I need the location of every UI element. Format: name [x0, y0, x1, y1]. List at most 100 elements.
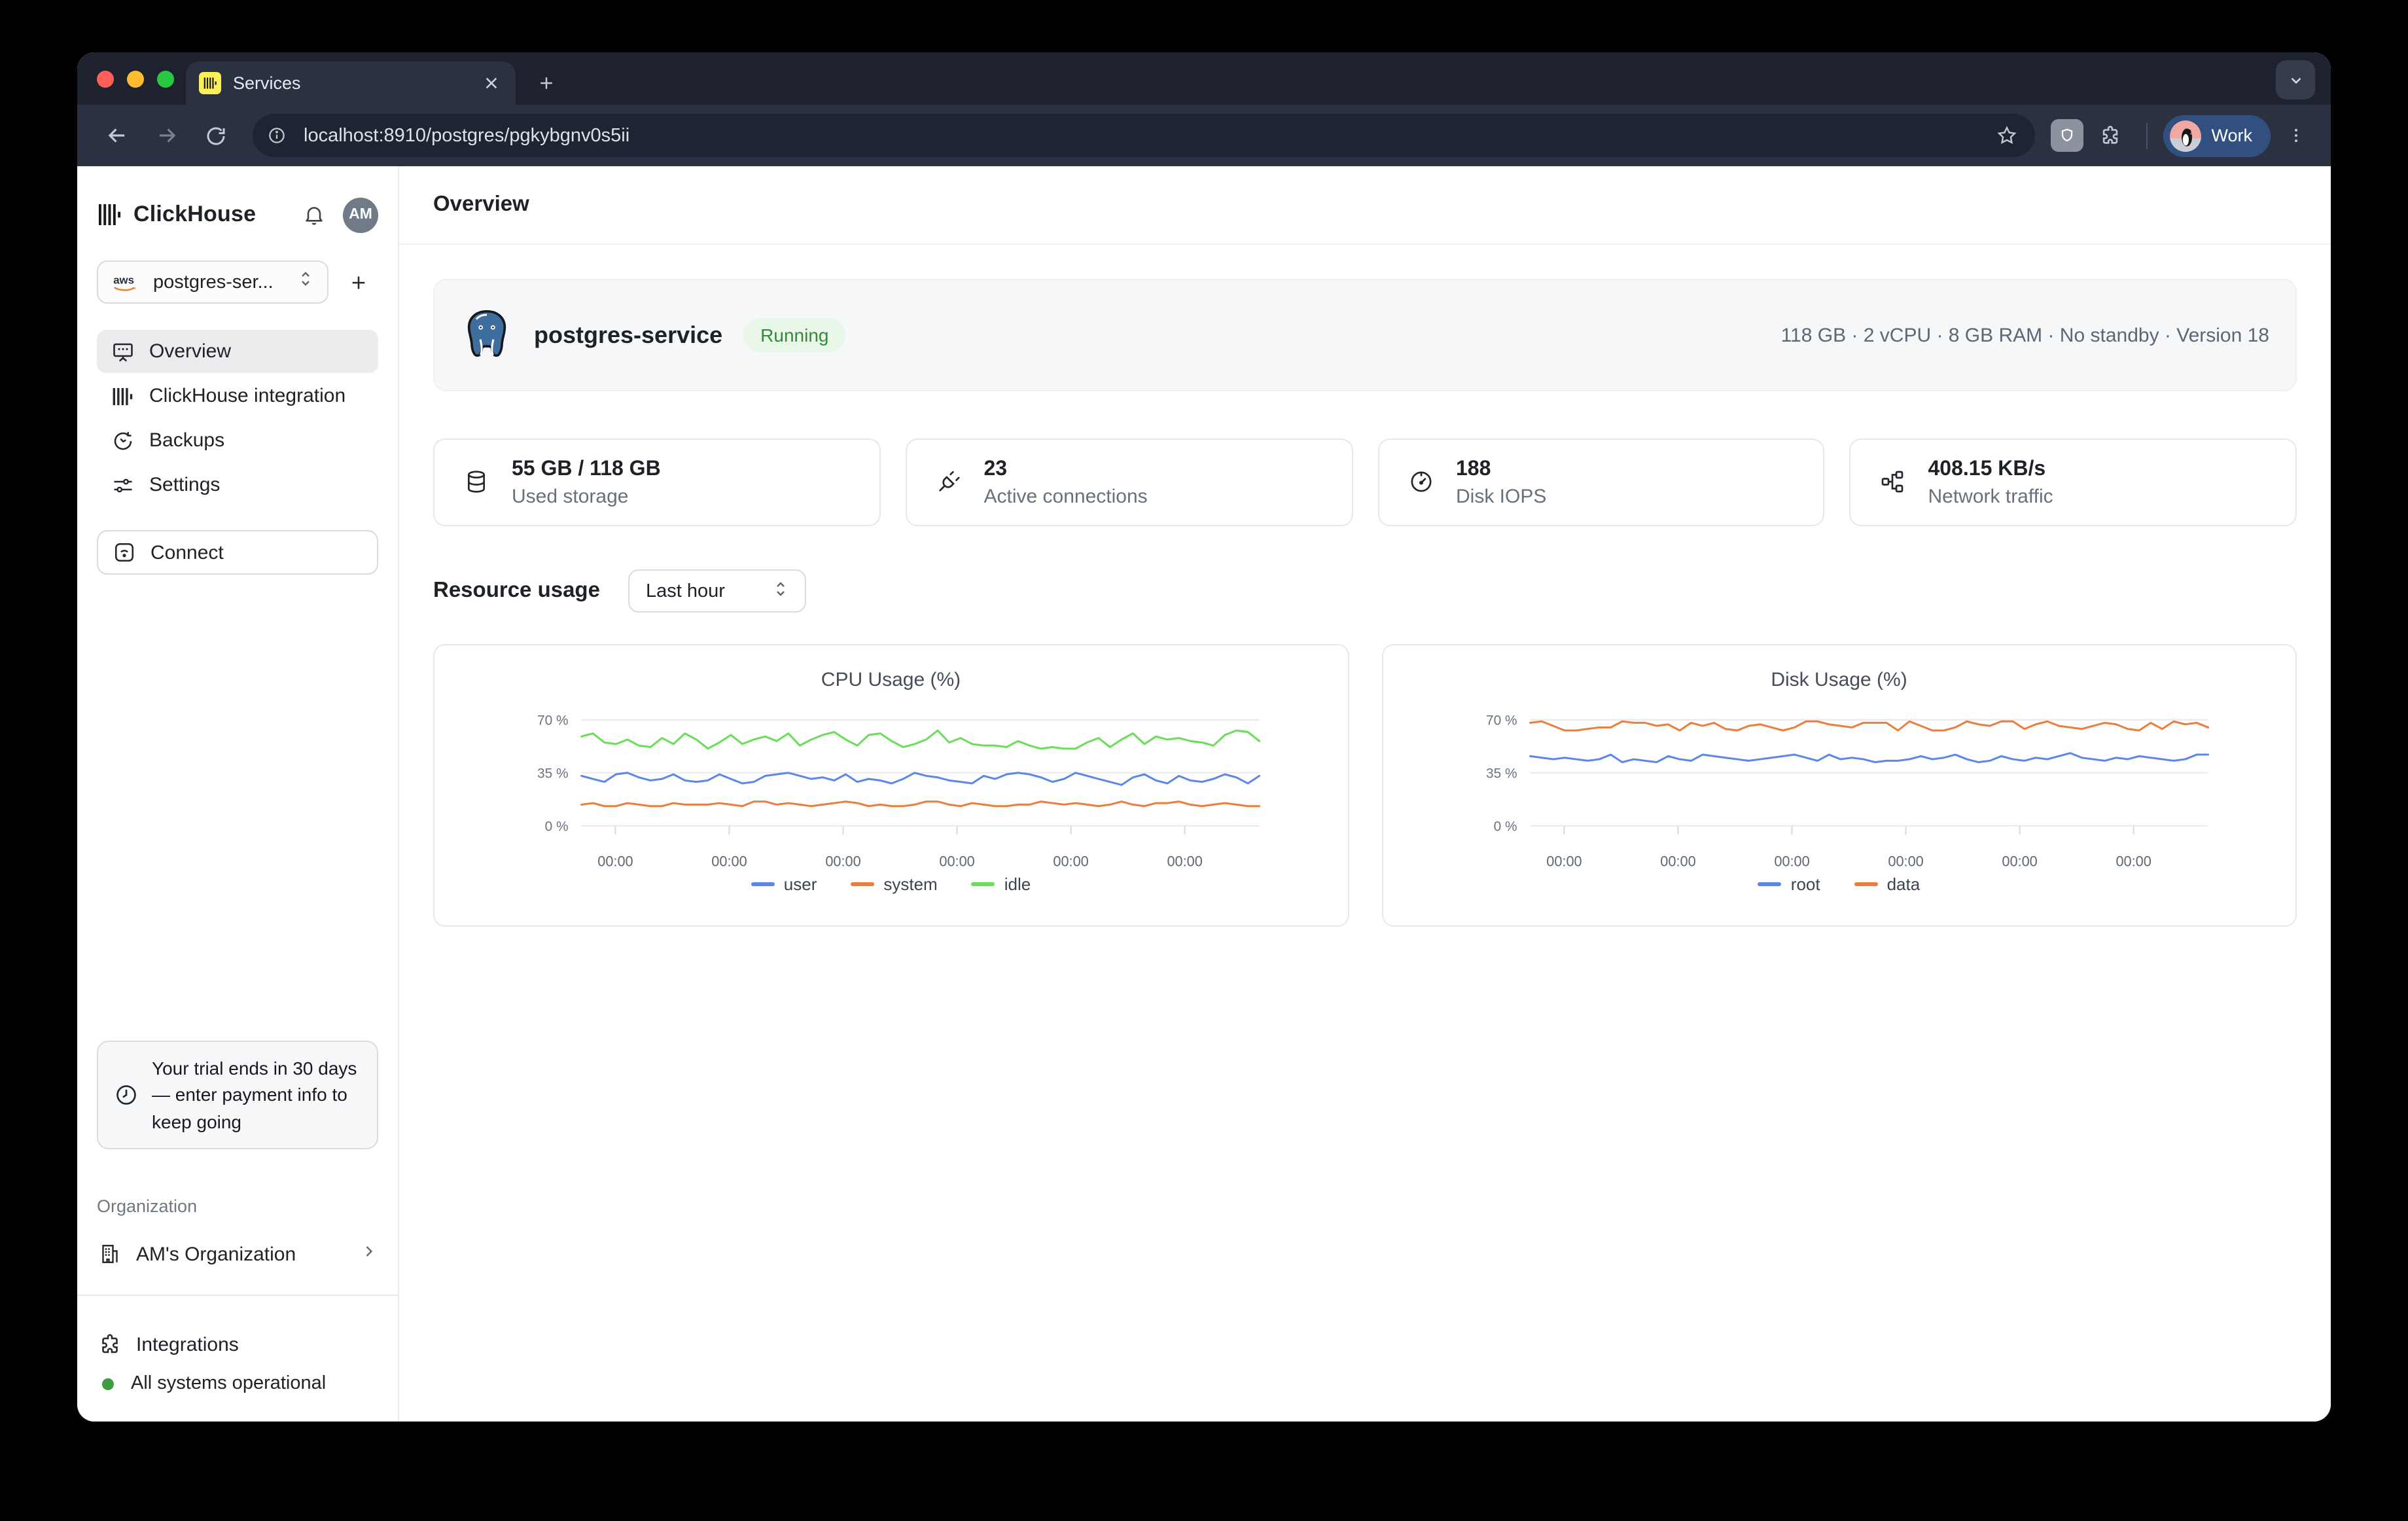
legend-item-system: system — [851, 874, 937, 894]
chart-legend: user system idle — [448, 874, 1334, 894]
connect-button[interactable]: Connect — [97, 530, 378, 575]
profile-button[interactable]: Work — [2163, 115, 2271, 156]
stat-value: 188 — [1456, 457, 1546, 481]
legend-label: data — [1887, 874, 1921, 894]
profile-label: Work — [2211, 126, 2252, 145]
legend-label: user — [784, 874, 817, 894]
svg-text:00:00: 00:00 — [1887, 853, 1922, 870]
page-title: Overview — [433, 192, 529, 217]
stat-card-used-storage: 55 GB / 118 GB Used storage — [433, 438, 881, 526]
back-button[interactable] — [96, 115, 137, 156]
url-bar[interactable]: localhost:8910/postgres/pgkybgnv0s5ii — [253, 114, 2034, 157]
legend-item-idle: idle — [972, 874, 1031, 894]
gauge-icon — [1408, 469, 1435, 496]
svg-text:00:00: 00:00 — [2001, 853, 2036, 870]
building-icon — [97, 1242, 122, 1266]
service-meta: 118 GB · 2 vCPU · 8 GB RAM · No standby … — [1781, 324, 2269, 346]
sidebar-divider — [77, 1295, 398, 1296]
sidebar-item-settings[interactable]: Settings — [97, 463, 378, 507]
stat-value: 55 GB / 118 GB — [512, 457, 661, 481]
svg-text:00:00: 00:00 — [1167, 853, 1202, 870]
minimize-window-button[interactable] — [127, 70, 144, 87]
aws-logo: aws — [111, 272, 143, 293]
forward-button[interactable] — [145, 115, 187, 156]
postgresql-logo — [461, 308, 513, 363]
browser-window: Services — [77, 52, 2331, 1422]
tab-title: Services — [233, 73, 469, 93]
time-range-select[interactable]: Last hour — [629, 569, 807, 613]
legend-swatch — [751, 882, 775, 886]
status-text: All systems operational — [131, 1373, 326, 1394]
status-badge: Running — [743, 318, 845, 352]
select-updown-icon — [297, 270, 314, 295]
network-icon — [1880, 469, 1907, 496]
trial-clock-icon — [114, 1083, 139, 1107]
notifications-bell-icon[interactable] — [297, 198, 331, 232]
zoom-window-button[interactable] — [157, 70, 174, 87]
svg-text:00:00: 00:00 — [825, 853, 860, 870]
stat-value: 408.15 KB/s — [1928, 457, 2053, 481]
svg-text:00:00: 00:00 — [2115, 853, 2150, 870]
sidebar-item-clickhouse-integration[interactable]: ClickHouse integration — [97, 374, 378, 418]
connect-radio-icon — [111, 540, 136, 565]
url-text: localhost:8910/postgres/pgkybgnv0s5ii — [304, 125, 1979, 146]
user-avatar[interactable]: AM — [343, 197, 378, 232]
clickhouse-favicon — [199, 72, 221, 94]
sidebar-item-overview[interactable]: Overview — [97, 330, 378, 373]
legend-item-data: data — [1854, 874, 1921, 894]
clickhouse-logo-icon — [97, 202, 122, 227]
svg-text:70 %: 70 % — [537, 713, 569, 728]
sidebar-header: ClickHouse AM — [97, 190, 378, 240]
reload-button[interactable] — [195, 115, 237, 156]
site-info-icon[interactable] — [260, 119, 293, 152]
window-controls — [97, 52, 174, 105]
shield-extension-icon[interactable] — [2050, 119, 2083, 152]
tab-search-button[interactable] — [2276, 60, 2315, 99]
sidebar-item-backups[interactable]: Backups — [97, 419, 378, 462]
close-window-button[interactable] — [97, 70, 114, 87]
svg-text:00:00: 00:00 — [597, 853, 633, 870]
legend-item-user: user — [751, 874, 817, 894]
resource-usage-heading: Resource usage — [433, 579, 600, 603]
organization-name: AM's Organization — [136, 1243, 345, 1265]
main-area: Overview postgres-service Running 118 GB… — [399, 166, 2331, 1422]
service-name: postgres-service — [534, 321, 722, 349]
system-status-row[interactable]: All systems operational — [97, 1364, 378, 1403]
organization-section-label: Organization — [97, 1196, 378, 1216]
service-selector[interactable]: aws postgres-ser... — [97, 260, 328, 304]
add-service-button[interactable] — [339, 262, 378, 302]
brand-title: ClickHouse — [133, 202, 285, 228]
sidebar-item-label: Overview — [149, 340, 231, 363]
toolbar-separator — [2146, 122, 2147, 149]
tab-close-icon[interactable] — [480, 72, 503, 94]
cpu-usage-chart-card: CPU Usage (%) 70 %35 %0 %00:0000:0000:00… — [433, 644, 1349, 927]
screen: Services — [0, 0, 2408, 1521]
database-icon — [463, 469, 491, 496]
stat-label: Active connections — [984, 485, 1148, 507]
trial-notice-text: Your trial ends in 30 days — enter payme… — [152, 1055, 361, 1135]
svg-text:aws: aws — [113, 274, 134, 286]
organization-row[interactable]: AM's Organization — [97, 1234, 378, 1274]
svg-text:35 %: 35 % — [537, 766, 569, 781]
svg-text:0 %: 0 % — [1493, 819, 1517, 834]
svg-text:0 %: 0 % — [545, 819, 569, 834]
plug-icon — [936, 469, 963, 496]
sidebar-item-label: Settings — [149, 474, 220, 496]
bookmark-star-icon[interactable] — [1990, 118, 2024, 152]
svg-text:70 %: 70 % — [1485, 713, 1517, 728]
integrations-row[interactable]: Integrations — [97, 1325, 378, 1364]
browser-menu-icon[interactable] — [2278, 118, 2312, 152]
browser-tab[interactable]: Services — [186, 62, 516, 105]
select-updown-icon — [773, 579, 790, 603]
chart-title: Disk Usage (%) — [1396, 669, 2282, 691]
stat-card-network-traffic: 408.15 KB/s Network traffic — [1850, 438, 2297, 526]
new-tab-button[interactable] — [526, 63, 565, 102]
sidebar-item-label: Backups — [149, 429, 224, 452]
extensions-puzzle-icon[interactable] — [2091, 116, 2130, 155]
service-selector-value: postgres-ser... — [153, 272, 287, 293]
status-green-dot — [102, 1378, 114, 1389]
browser-toolbar: localhost:8910/postgres/pgkybgnv0s5ii Wo… — [77, 105, 2331, 166]
cpu-usage-plot: 70 %35 %0 %00:0000:0000:0000:0000:0000:0… — [448, 699, 1334, 872]
stat-label: Used storage — [512, 485, 661, 507]
svg-text:00:00: 00:00 — [939, 853, 974, 870]
